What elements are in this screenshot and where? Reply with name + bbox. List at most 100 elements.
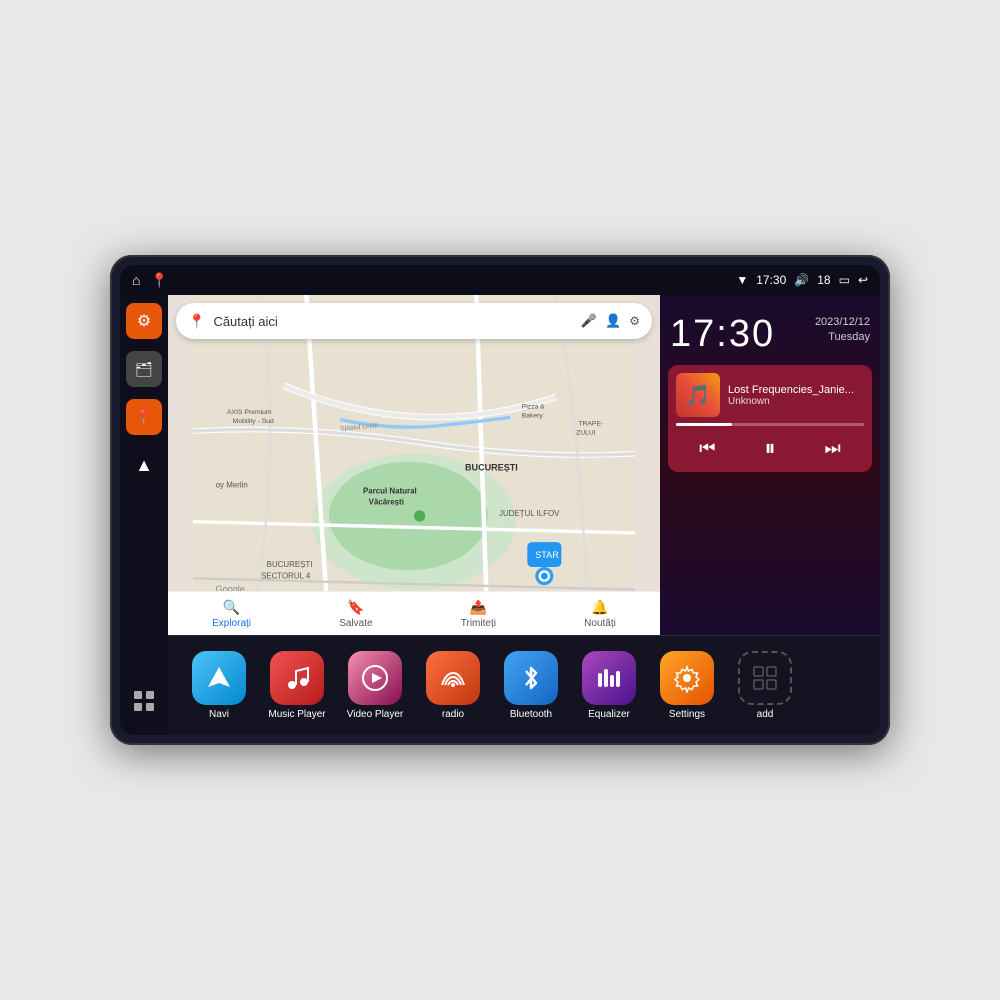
map-container: 📍 Căutați aici 🎤 👤 ⚙ xyxy=(168,295,660,635)
plus-grid-icon xyxy=(750,663,780,693)
content-area: 📍 Căutați aici 🎤 👤 ⚙ xyxy=(168,295,880,735)
music-controls: ⏮ ⏸ ⏭ xyxy=(676,432,864,464)
svg-text:Parcul Natural: Parcul Natural xyxy=(363,486,417,495)
sidebar-location-btn[interactable]: 📍 xyxy=(126,399,162,435)
battery-level: 18 xyxy=(817,273,830,287)
equalizer-icon xyxy=(582,651,636,705)
svg-text:Văcărești: Văcărești xyxy=(369,498,404,507)
map-icon[interactable]: 📍 xyxy=(150,272,167,289)
grid-icon xyxy=(132,689,156,713)
bluetooth-label: Bluetooth xyxy=(510,709,552,720)
add-icon xyxy=(738,651,792,705)
music-note-icon xyxy=(282,663,312,693)
nav-arrow-icon: ▲ xyxy=(135,455,153,476)
map-bottom-bar: 🔍 Explorați 🔖 Salvate 📤 xyxy=(168,591,660,635)
svg-text:Mobility - Sud: Mobility - Sud xyxy=(233,418,274,425)
files-icon: 🗂 xyxy=(135,361,153,378)
map-search-text: Căutați aici xyxy=(213,314,572,329)
radio-label: radio xyxy=(442,709,464,720)
device-frame: ⌂ 📍 ▼ 17:30 🔊 18 ▭ ↩ ⚙ 🗂 xyxy=(110,255,890,745)
volume-icon: 🔊 xyxy=(794,273,809,287)
settings-icon[interactable]: ⚙ xyxy=(629,314,640,328)
sidebar-files-btn[interactable]: 🗂 xyxy=(126,351,162,387)
music-title: Lost Frequencies_Janie... xyxy=(728,384,864,396)
bluetooth-icon xyxy=(504,651,558,705)
sidebar: ⚙ 🗂 📍 ▲ xyxy=(120,295,168,735)
sidebar-settings-btn[interactable]: ⚙ xyxy=(126,303,162,339)
svg-text:Bakery: Bakery xyxy=(522,412,544,419)
mic-icon[interactable]: 🎤 xyxy=(581,313,597,329)
map-area[interactable]: 📍 Căutați aici 🎤 👤 ⚙ xyxy=(168,295,660,635)
radio-wave-icon xyxy=(438,663,468,693)
app-navi[interactable]: Navi xyxy=(184,651,254,720)
bluetooth-symbol-icon xyxy=(516,663,546,693)
map-inner: 📍 Căutați aici 🎤 👤 ⚙ xyxy=(168,295,660,635)
svg-text:BUCUREȘTI: BUCUREȘTI xyxy=(465,463,518,473)
next-button[interactable]: ⏭ xyxy=(817,432,849,464)
radio-icon xyxy=(426,651,480,705)
navi-arrow-icon xyxy=(204,663,234,693)
map-saved-tab[interactable]: 🔖 Salvate xyxy=(339,599,372,629)
equalizer-label: Equalizer xyxy=(588,709,630,720)
settings-gear-icon xyxy=(672,663,702,693)
svg-text:TRAPE-: TRAPE- xyxy=(578,420,603,427)
sidebar-apps-btn[interactable] xyxy=(126,683,162,719)
app-equalizer[interactable]: Equalizer xyxy=(574,651,644,720)
equalizer-bars-icon xyxy=(594,663,624,693)
svg-text:oy Merlin: oy Merlin xyxy=(216,481,248,490)
album-art-inner: 🎵 xyxy=(676,373,720,417)
map-search-bar[interactable]: 📍 Căutați aici 🎤 👤 ⚙ xyxy=(176,303,652,339)
map-svg: Parcul Natural Văcărești BUCUREȘTI BUCUR… xyxy=(168,295,660,635)
play-circle-icon xyxy=(360,663,390,693)
battery-icon: ▭ xyxy=(839,273,850,287)
app-radio[interactable]: radio xyxy=(418,651,488,720)
svg-text:Pizza &: Pizza & xyxy=(522,403,546,410)
news-label: Noutăți xyxy=(584,618,616,629)
pause-button[interactable]: ⏸ xyxy=(754,432,786,464)
map-news-tab[interactable]: 🔔 Noutăți xyxy=(584,599,616,629)
music-artist: Unknown xyxy=(728,396,864,407)
saved-label: Salvate xyxy=(339,618,372,629)
clock-date: 2023/12/12 Tuesday xyxy=(815,315,870,346)
back-icon[interactable]: ↩ xyxy=(858,273,868,287)
main-area: ⚙ 🗂 📍 ▲ xyxy=(120,295,880,735)
device-screen: ⌂ 📍 ▼ 17:30 🔊 18 ▭ ↩ ⚙ 🗂 xyxy=(120,265,880,735)
sidebar-nav-btn[interactable]: ▲ xyxy=(126,447,162,483)
clock-status: 17:30 xyxy=(756,273,786,287)
explore-label: Explorați xyxy=(212,618,251,629)
progress-bar[interactable] xyxy=(676,423,864,426)
navi-label: Navi xyxy=(209,709,229,720)
top-content: 📍 Căutați aici 🎤 👤 ⚙ xyxy=(168,295,880,635)
map-explore-tab[interactable]: 🔍 Explorați xyxy=(212,599,251,629)
music-player-label: Music Player xyxy=(268,709,325,720)
app-add[interactable]: add xyxy=(730,651,800,720)
prev-button[interactable]: ⏮ xyxy=(691,432,723,464)
navi-icon xyxy=(192,651,246,705)
gear-icon: ⚙ xyxy=(137,311,151,331)
svg-text:ZULUI: ZULUI xyxy=(576,429,596,436)
svg-text:STAR: STAR xyxy=(535,550,559,560)
app-settings[interactable]: Settings xyxy=(652,651,722,720)
video-player-icon xyxy=(348,651,402,705)
settings-icon xyxy=(660,651,714,705)
music-player-icon xyxy=(270,651,324,705)
music-widget: 🎵 Lost Frequencies_Janie... Unknown xyxy=(668,365,872,472)
right-panel: 17:30 2023/12/12 Tuesday 🎵 xyxy=(660,295,880,635)
google-maps-pin-icon: 📍 xyxy=(188,313,205,330)
add-label: add xyxy=(757,709,774,720)
app-bluetooth[interactable]: Bluetooth xyxy=(496,651,566,720)
music-info: Lost Frequencies_Janie... Unknown xyxy=(728,384,864,407)
app-music-player[interactable]: Music Player xyxy=(262,651,332,720)
progress-fill xyxy=(676,423,732,426)
svg-text:AXIS Premium: AXIS Premium xyxy=(227,409,272,416)
map-send-tab[interactable]: 📤 Trimiteți xyxy=(461,599,496,629)
location-icon: 📍 xyxy=(135,409,152,426)
video-player-label: Video Player xyxy=(347,709,404,720)
app-video-player[interactable]: Video Player xyxy=(340,651,410,720)
svg-text:SECTORUL 4: SECTORUL 4 xyxy=(261,571,311,580)
app-tray: Navi Music Player xyxy=(168,635,880,735)
clock-time: 17:30 xyxy=(670,315,775,353)
account-icon[interactable]: 👤 xyxy=(605,313,621,329)
home-icon[interactable]: ⌂ xyxy=(132,272,140,288)
svg-text:JUDEȚUL ILFOV: JUDEȚUL ILFOV xyxy=(499,509,560,518)
